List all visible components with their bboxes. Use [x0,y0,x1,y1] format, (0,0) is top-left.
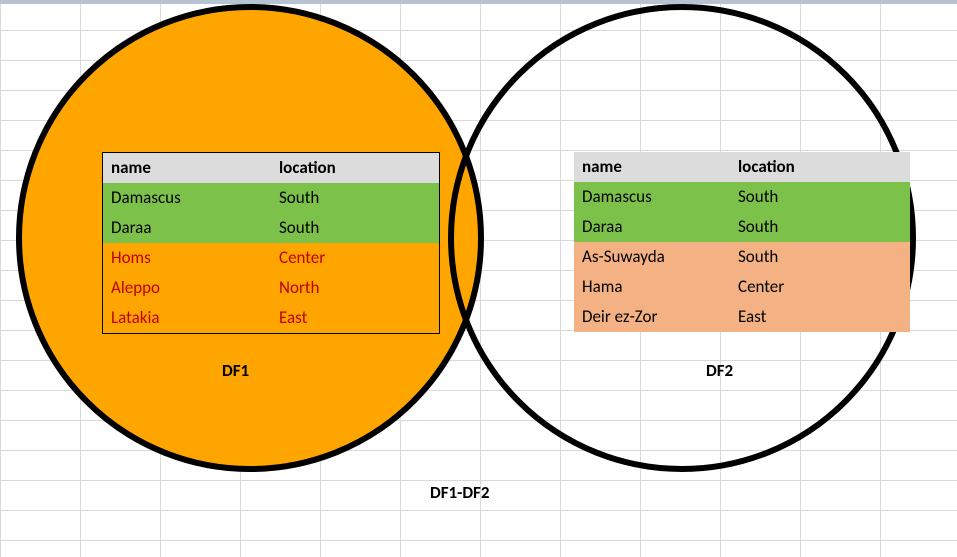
col-header-location: location [271,153,440,184]
col-header-name: name [103,153,272,184]
col-header-name: name [574,152,730,182]
table-header-row: name location [574,152,910,182]
label-df2: DF2 [706,360,733,381]
cell: Damascus [574,182,730,212]
cell: South [730,242,910,272]
table-row: Damascus South [103,183,440,213]
col-header-location: location [730,152,910,182]
cell: East [730,302,910,332]
cell: South [730,182,910,212]
cell: Latakia [103,303,272,334]
label-caption: DF1-DF2 [430,482,489,503]
cell: Center [271,243,440,273]
table-df1: name location Damascus South Daraa South… [102,152,440,334]
table-row: Daraa South [574,212,910,242]
cell: Homs [103,243,272,273]
cell: South [271,183,440,213]
label-df1: DF1 [222,360,249,381]
cell: South [271,213,440,243]
table-header-row: name location [103,153,440,184]
cell: Aleppo [103,273,272,303]
table-row: Damascus South [574,182,910,212]
cell: Daraa [574,212,730,242]
table-row: Daraa South [103,213,440,243]
cell: Hama [574,272,730,302]
cell: Daraa [103,213,272,243]
table-row: Latakia East [103,303,440,334]
cell: North [271,273,440,303]
cell: As-Suwayda [574,242,730,272]
cell: East [271,303,440,334]
cell: Damascus [103,183,272,213]
table-row: Aleppo North [103,273,440,303]
table-df2: name location Damascus South Daraa South… [574,152,910,332]
table-row: Deir ez-Zor East [574,302,910,332]
table-row: Hama Center [574,272,910,302]
table-row: As-Suwayda South [574,242,910,272]
cell: South [730,212,910,242]
cell: Center [730,272,910,302]
cell: Deir ez-Zor [574,302,730,332]
diagram-stage: name location Damascus South Daraa South… [0,0,957,557]
table-row: Homs Center [103,243,440,273]
